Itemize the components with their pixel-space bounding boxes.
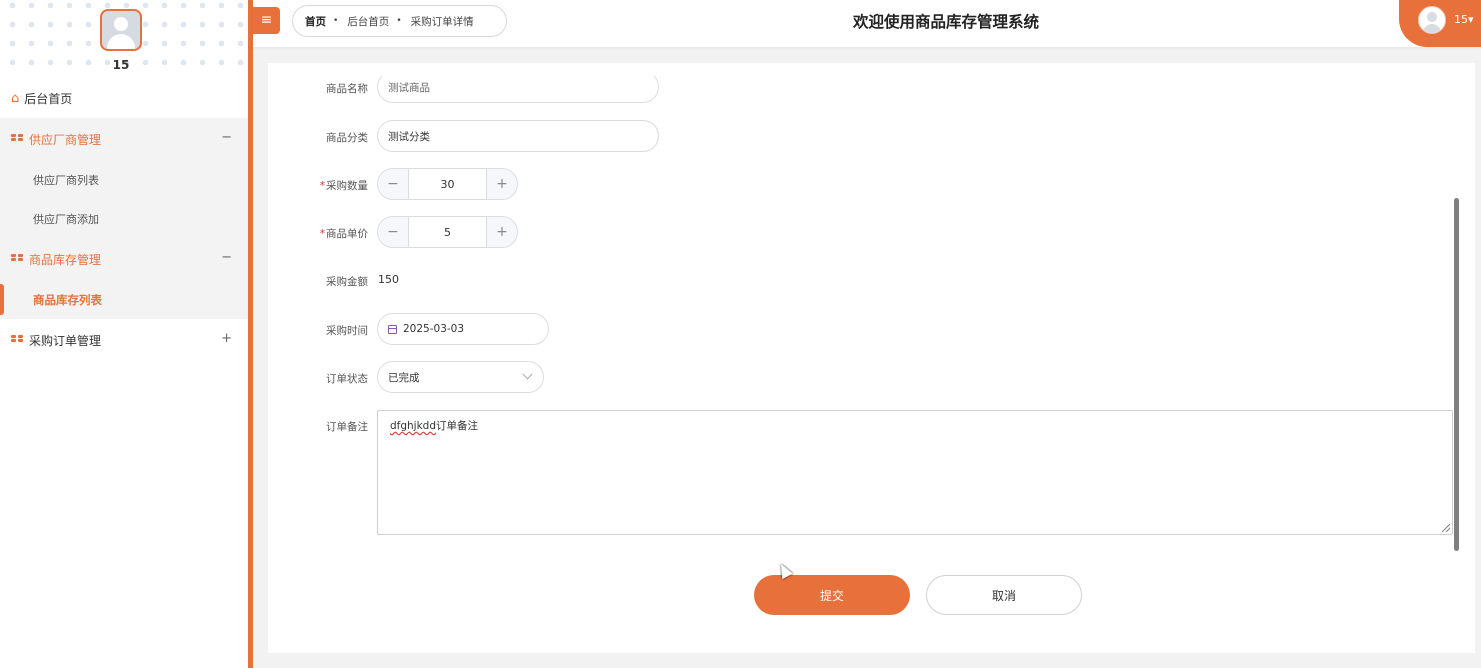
sidebar-group-head-supplier[interactable]: 供应厂商管理 − bbox=[0, 118, 248, 160]
collapse-icon[interactable]: − bbox=[221, 130, 232, 145]
sidebar-item-supplier-add[interactable]: 供应厂商添加 bbox=[0, 199, 248, 238]
required-mark: * bbox=[319, 180, 325, 192]
chevron-down-icon bbox=[522, 369, 533, 380]
status-select[interactable]: 已完成 bbox=[377, 361, 544, 393]
user-menu[interactable]: 15▾ bbox=[1399, 0, 1481, 47]
breadcrumb-separator: • bbox=[333, 16, 339, 26]
grid-icon bbox=[11, 133, 23, 145]
sidebar-menu: ⌂ 后台首页 供应厂商管理 − 供应厂商列表 供应厂商添加 商品库存管理 − 商… bbox=[0, 78, 248, 361]
profile-name: 15 bbox=[112, 58, 130, 72]
sidebar-item-inventory-list[interactable]: 商品库存列表 bbox=[0, 280, 248, 319]
grid-icon bbox=[11, 334, 23, 346]
sidebar-item-label: 供应厂商添加 bbox=[33, 212, 99, 226]
avatar-body bbox=[1423, 24, 1441, 33]
purchase-date-value: 2025-03-03 bbox=[403, 323, 465, 335]
remark-textarea[interactable]: dfghjkdd订单备注 bbox=[377, 410, 1453, 535]
profile-area: 15 bbox=[0, 0, 248, 78]
sidebar-group-supplier: 供应厂商管理 − 供应厂商列表 供应厂商添加 bbox=[0, 118, 248, 238]
amount-value: 150 bbox=[378, 273, 399, 286]
breadcrumb: 首页 • 后台首页 • 采购订单详情 bbox=[292, 5, 507, 37]
status-value: 已完成 bbox=[388, 371, 420, 384]
purchase-date-picker[interactable]: 2025-03-03 bbox=[377, 313, 549, 345]
breadcrumb-item[interactable]: 采购订单详情 bbox=[411, 14, 474, 29]
submit-button[interactable]: 提交 bbox=[754, 575, 910, 615]
sidebar-group-head-purchase-order[interactable]: 采购订单管理 + bbox=[0, 319, 248, 361]
sidebar-item-label: 后台首页 bbox=[24, 91, 73, 106]
sidebar-group-head-inventory[interactable]: 商品库存管理 − bbox=[0, 238, 248, 280]
sidebar-group-inventory: 商品库存管理 − 商品库存列表 bbox=[0, 238, 248, 319]
quantity-increase-button[interactable]: + bbox=[486, 169, 517, 199]
breadcrumb-item[interactable]: 首页 bbox=[305, 14, 326, 29]
purchase-time-label: 采购时间 bbox=[326, 325, 368, 337]
avatar-head bbox=[114, 17, 128, 31]
unit-price-value[interactable]: 5 bbox=[409, 217, 486, 247]
breadcrumb-item[interactable]: 后台首页 bbox=[347, 14, 389, 29]
page-title: 欢迎使用商品库存管理系统 bbox=[853, 13, 1040, 31]
breadcrumb-separator: • bbox=[396, 16, 402, 26]
sidebar-group-label: 商品库存管理 bbox=[29, 252, 102, 267]
grid-icon bbox=[11, 253, 23, 265]
user-avatar-icon bbox=[1418, 6, 1446, 34]
unit-price-increase-button[interactable]: + bbox=[486, 217, 517, 247]
menu-toggle-button[interactable]: ≡ bbox=[253, 7, 280, 34]
calendar-icon bbox=[388, 324, 397, 334]
expand-icon[interactable]: + bbox=[221, 331, 232, 346]
user-name: 15▾ bbox=[1454, 13, 1474, 26]
avatar[interactable] bbox=[100, 9, 142, 51]
product-name-field[interactable]: 测试商品 bbox=[377, 71, 659, 103]
quantity-stepper[interactable]: − 30 + bbox=[377, 168, 518, 200]
sidebar-group-label: 供应厂商管理 bbox=[29, 132, 102, 147]
resize-handle-icon[interactable] bbox=[1442, 524, 1450, 532]
product-name-value: 测试商品 bbox=[388, 82, 430, 94]
sidebar-item-label: 商品库存列表 bbox=[33, 292, 102, 307]
home-icon: ⌂ bbox=[11, 90, 20, 106]
sidebar-item-supplier-list[interactable]: 供应厂商列表 bbox=[0, 160, 248, 199]
top-header: ≡ 首页 • 后台首页 • 采购订单详情 欢迎使用商品库存管理系统 15▾ bbox=[253, 0, 1481, 47]
amount-label: 采购金额 bbox=[326, 276, 368, 288]
remark-label: 订单备注 bbox=[326, 421, 368, 433]
scrollbar[interactable] bbox=[1454, 198, 1459, 551]
category-field[interactable]: 测试分类 bbox=[377, 120, 659, 152]
product-name-label: 商品名称 bbox=[326, 83, 368, 95]
avatar-body bbox=[107, 34, 135, 49]
avatar-head bbox=[1427, 12, 1437, 22]
sidebar-item-label: 供应厂商列表 bbox=[33, 173, 99, 187]
status-label: 订单状态 bbox=[326, 373, 368, 385]
sidebar-group-label: 采购订单管理 bbox=[29, 333, 102, 348]
required-mark: * bbox=[319, 228, 325, 240]
unit-price-decrease-button[interactable]: − bbox=[378, 217, 409, 247]
chevron-down-icon: ▾ bbox=[1468, 13, 1474, 26]
sidebar-item-home[interactable]: ⌂ 后台首页 bbox=[0, 78, 248, 118]
category-value: 测试分类 bbox=[388, 130, 430, 143]
cancel-button[interactable]: 取消 bbox=[926, 575, 1082, 615]
unit-price-label: *商品单价 bbox=[319, 228, 368, 240]
unit-price-stepper[interactable]: − 5 + bbox=[377, 216, 518, 248]
sidebar-divider bbox=[248, 0, 253, 668]
quantity-label: *采购数量 bbox=[319, 180, 368, 192]
quantity-value[interactable]: 30 bbox=[409, 169, 486, 199]
collapse-icon[interactable]: − bbox=[221, 250, 232, 265]
quantity-decrease-button[interactable]: − bbox=[378, 169, 409, 199]
sidebar: 15 ⌂ 后台首页 供应厂商管理 − 供应厂商列表 供应厂商添加 商品库存管理 bbox=[0, 0, 248, 668]
remark-text: 订单备注 bbox=[436, 420, 479, 432]
category-label: 商品分类 bbox=[326, 132, 368, 144]
remark-text-misspelled: dfghjkdd bbox=[390, 420, 437, 432]
